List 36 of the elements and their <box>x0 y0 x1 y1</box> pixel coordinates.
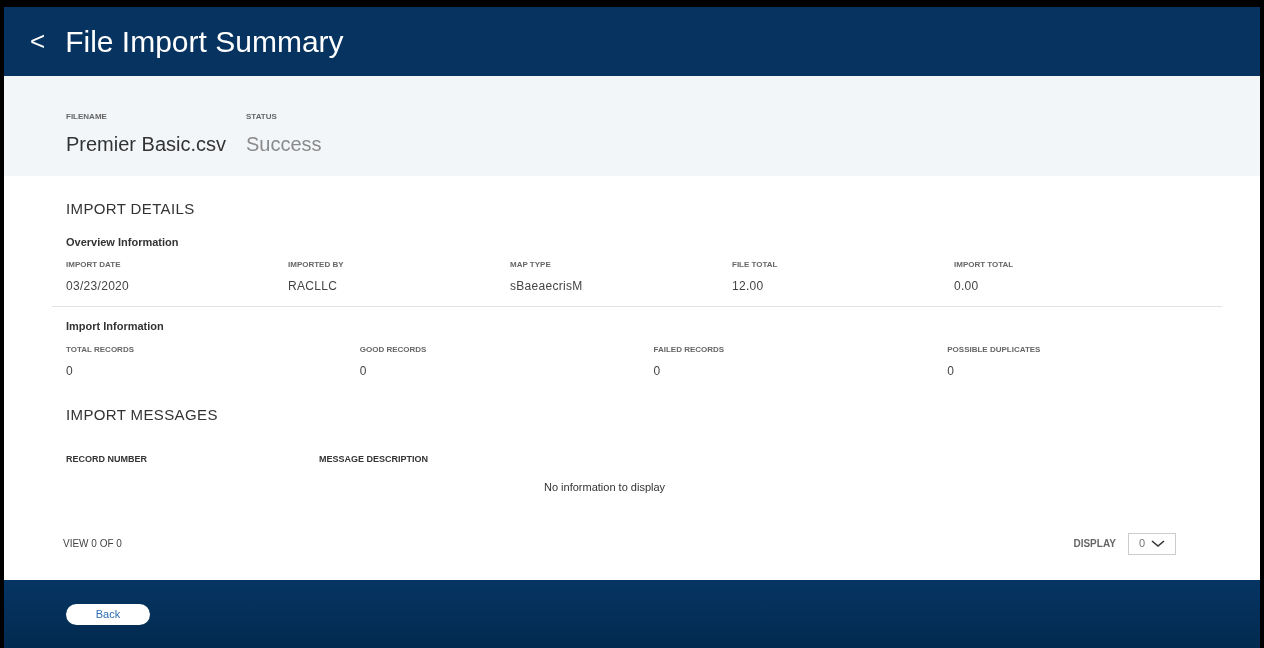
field-value: 12.00 <box>732 278 764 295</box>
field-value: 0 <box>947 362 955 380</box>
field-label: FILENAME <box>66 111 107 123</box>
field-label: STATUS <box>246 111 277 123</box>
field-value: 0.00 <box>954 278 979 295</box>
back-button[interactable]: Back <box>66 603 150 625</box>
section-heading: IMPORT MESSAGES <box>66 404 219 425</box>
field-label: TOTAL RECORDS <box>66 343 134 356</box>
field-value: 0 <box>653 362 661 380</box>
field-value: 0 <box>66 362 73 380</box>
field-value: sBaeaecrisM <box>510 278 583 295</box>
empty-message: No information to display <box>544 480 666 495</box>
pagination-text: VIEW 0 OF 0 <box>63 537 122 551</box>
field-label: IMPORT TOTAL <box>954 259 1014 271</box>
subsection-heading: Overview Information <box>66 234 180 250</box>
field-value: 0 <box>359 362 367 380</box>
page-title: File Import Summary <box>65 24 344 60</box>
field-label: FAILED RECORDS <box>653 343 725 356</box>
field-value: 03/23/2020 <box>66 278 130 295</box>
field-label: IMPORTED BY <box>288 259 344 271</box>
field-label: IMPORT DATE <box>66 259 121 271</box>
chevron-down-icon <box>1151 539 1165 548</box>
display-label: DISPLAY <box>1073 537 1116 551</box>
back-chevron[interactable]: < <box>30 22 46 61</box>
field-label: FILE TOTAL <box>732 259 778 271</box>
status-value: Success <box>246 132 322 157</box>
column-header: RECORD NUMBER <box>66 454 147 464</box>
field-label: MAP TYPE <box>510 259 551 271</box>
field-value: RACLLC <box>288 278 338 295</box>
section-heading: IMPORT DETAILS <box>66 199 196 219</box>
field-label: POSSIBLE DUPLICATES <box>947 343 1041 356</box>
subsection-heading: Import Information <box>66 319 165 334</box>
column-header: MESSAGE DESCRIPTION <box>319 454 428 464</box>
display-dropdown[interactable]: 0 <box>1127 532 1176 555</box>
field-label: GOOD RECORDS <box>359 343 427 356</box>
filename-value: Premier Basic.csv <box>66 132 227 157</box>
